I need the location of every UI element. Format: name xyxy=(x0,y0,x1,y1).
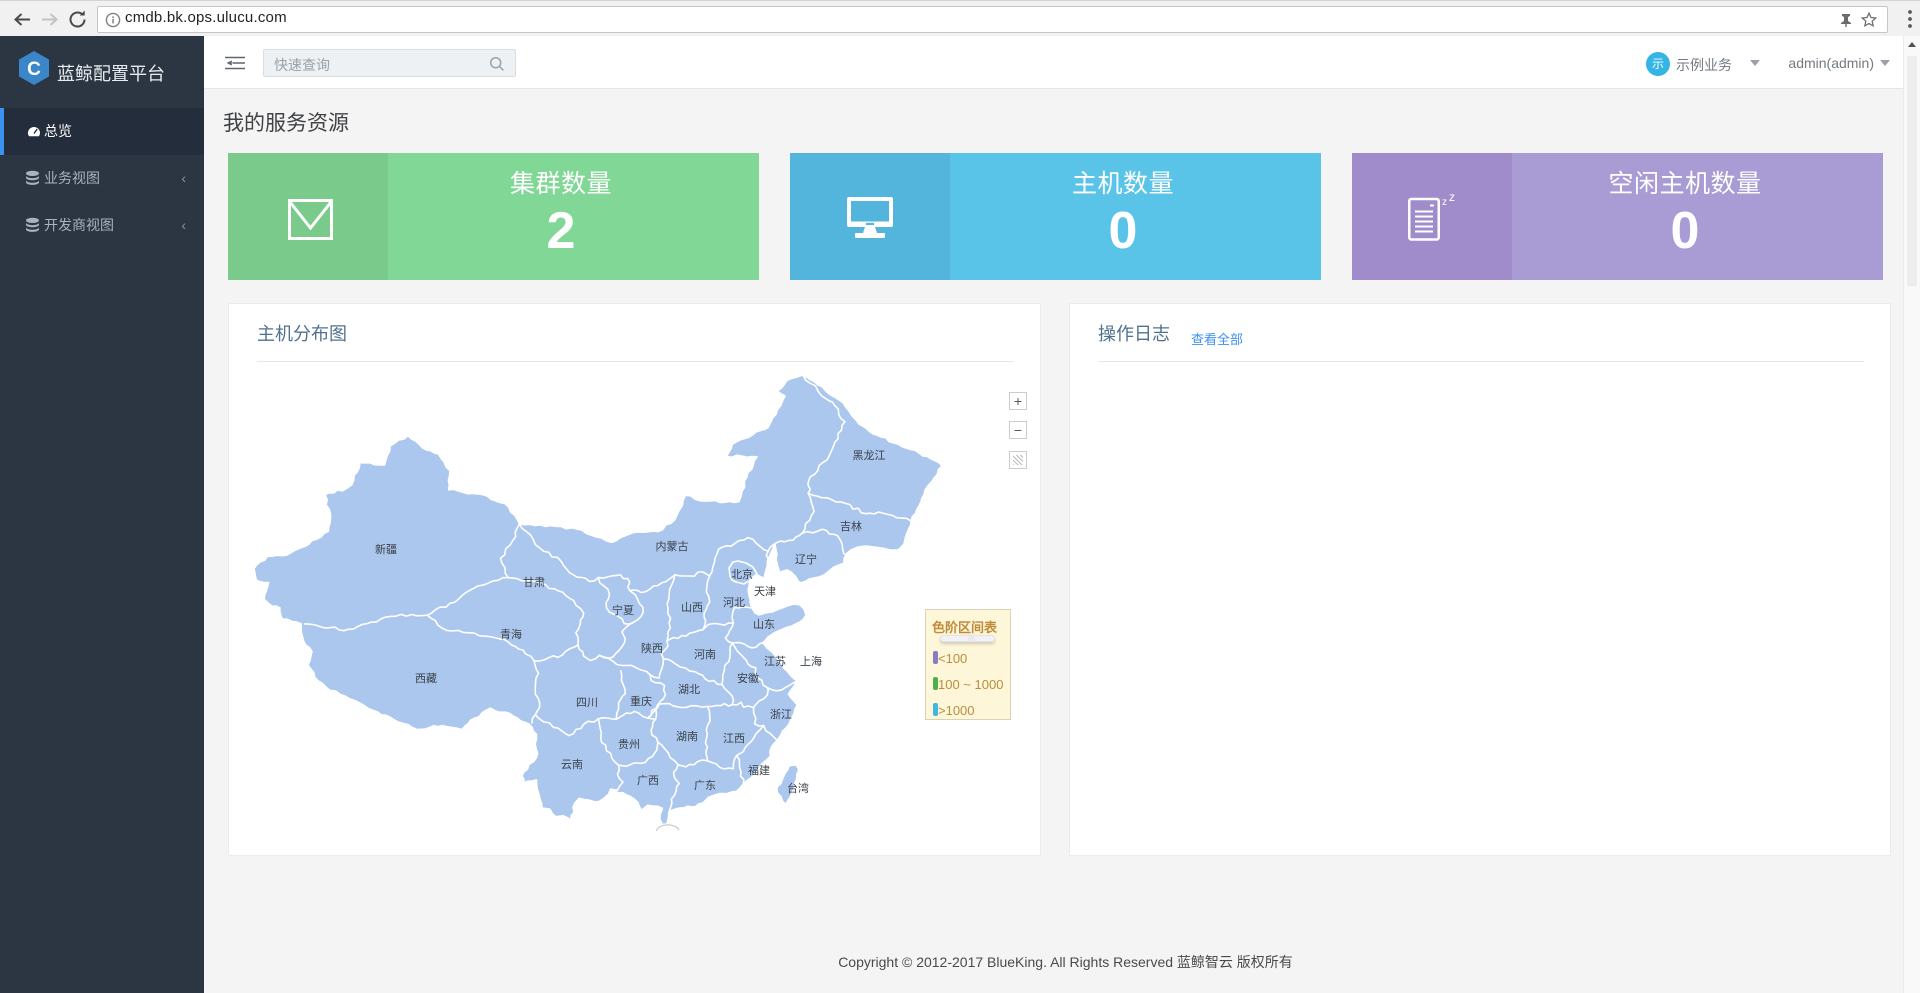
svg-text:z: z xyxy=(1442,197,1447,208)
svg-text:四川: 四川 xyxy=(576,697,598,709)
svg-text:C: C xyxy=(27,59,41,80)
svg-text:湖北: 湖北 xyxy=(678,683,700,696)
svg-text:河北: 河北 xyxy=(723,596,745,609)
svg-text:广东: 广东 xyxy=(694,779,716,792)
svg-text:新疆: 新疆 xyxy=(375,542,397,556)
svg-text:云南: 云南 xyxy=(561,758,583,771)
svg-text:广西: 广西 xyxy=(637,774,659,787)
svg-text:山西: 山西 xyxy=(681,601,703,614)
svg-text:甘肃: 甘肃 xyxy=(523,576,545,589)
svg-text:安徽: 安徽 xyxy=(737,671,759,685)
svg-text:河南: 河南 xyxy=(694,648,716,661)
svg-text:天津: 天津 xyxy=(754,585,776,598)
svg-text:北京: 北京 xyxy=(731,567,753,581)
svg-text:上海: 上海 xyxy=(800,654,822,668)
svg-text:浙江: 浙江 xyxy=(770,708,792,721)
svg-text:青海: 青海 xyxy=(500,627,522,641)
svg-text:台湾: 台湾 xyxy=(787,781,809,795)
svg-text:陕西: 陕西 xyxy=(641,641,663,655)
svg-text:山东: 山东 xyxy=(753,618,775,631)
svg-text:宁夏: 宁夏 xyxy=(612,603,634,617)
svg-text:江苏: 江苏 xyxy=(764,655,786,668)
svg-text:辽宁: 辽宁 xyxy=(795,552,817,566)
svg-text:湖南: 湖南 xyxy=(676,730,698,743)
svg-text:重庆: 重庆 xyxy=(630,694,652,708)
svg-text:内蒙古: 内蒙古 xyxy=(656,539,689,553)
svg-text:黑龙江: 黑龙江 xyxy=(853,449,886,462)
svg-text:吉林: 吉林 xyxy=(840,519,862,533)
svg-text:西藏: 西藏 xyxy=(415,672,437,685)
svg-text:贵州: 贵州 xyxy=(618,738,640,751)
svg-text:江西: 江西 xyxy=(723,732,745,745)
svg-text:z: z xyxy=(1449,193,1455,204)
svg-text:福建: 福建 xyxy=(748,763,770,777)
